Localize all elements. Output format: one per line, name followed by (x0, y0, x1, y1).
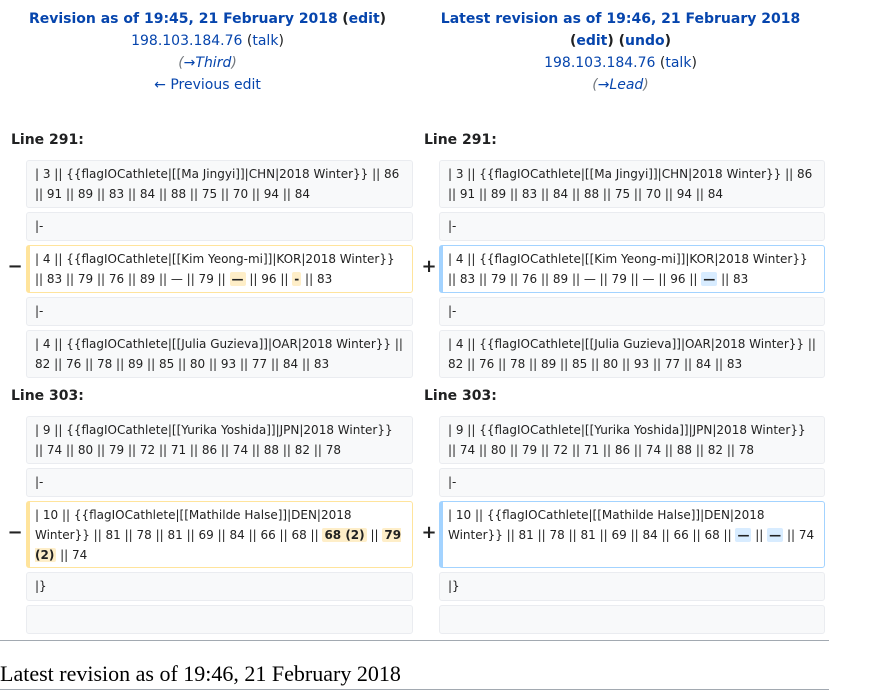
context-line-left: |- (26, 297, 413, 326)
new-revision-header: Latest revision as of 19:46, 21 February… (440, 11, 801, 93)
added-word: — (735, 528, 752, 542)
deleted-line-marker: − (7, 256, 23, 277)
new-edit-link[interactable]: edit (576, 33, 607, 49)
old-edit-link[interactable]: edit (349, 11, 380, 27)
added-line-marker: + (421, 256, 437, 277)
old-revision-header: Revision as of 19:45, 21 February 2018 (… (28, 11, 387, 93)
deleted-line: | 4 || {{flagIOCathlete|[[Kim Yeong-mi]]… (26, 245, 413, 293)
line-number-right-2: Line 303: (424, 388, 497, 404)
added-line: | 4 || {{flagIOCathlete|[[Kim Yeong-mi]]… (439, 245, 825, 293)
added-word: — (767, 528, 784, 542)
context-line-right: |- (439, 297, 825, 326)
new-revision-link[interactable]: Latest revision as of 19:46, 21 February… (441, 11, 800, 27)
context-line-right: | 9 || {{flagIOCathlete|[[Yurika Yoshida… (439, 416, 825, 464)
context-line-left (26, 605, 413, 634)
context-line-right: |- (439, 468, 825, 497)
line-number-left-2: Line 303: (11, 388, 84, 404)
diff-separator (0, 640, 829, 641)
heading-underline (0, 689, 829, 690)
page-heading: Latest revision as of 19:46, 21 February… (0, 661, 401, 686)
new-user-link[interactable]: 198.103.184.76 (544, 55, 655, 71)
deleted-word: 68 (2) (322, 528, 367, 542)
undo-link[interactable]: undo (625, 33, 665, 49)
added-line-marker: + (421, 522, 437, 543)
context-line-left: | 3 || {{flagIOCathlete|[[Ma Jingyi]]|CH… (26, 160, 413, 208)
new-section-link[interactable]: →Lead (598, 77, 644, 93)
deleted-line-marker: − (7, 522, 23, 543)
context-line-right (439, 605, 825, 634)
context-line-right: |} (439, 572, 825, 601)
old-user-link[interactable]: 198.103.184.76 (131, 33, 242, 49)
old-section-link[interactable]: →Third (184, 55, 232, 71)
old-revision-link[interactable]: Revision as of 19:45, 21 February 2018 (29, 11, 338, 27)
new-talk-link[interactable]: talk (665, 55, 691, 71)
added-word: — (701, 272, 718, 286)
old-talk-link[interactable]: talk (252, 33, 278, 49)
previous-edit-link[interactable]: ← Previous edit (154, 77, 261, 93)
context-line-left: | 4 || {{flagIOCathlete|[[Julia Guzieva]… (26, 330, 413, 378)
context-line-right: | 4 || {{flagIOCathlete|[[Julia Guzieva]… (439, 330, 825, 378)
context-line-left: | 9 || {{flagIOCathlete|[[Yurika Yoshida… (26, 416, 413, 464)
context-line-right: | 3 || {{flagIOCathlete|[[Ma Jingyi]]|CH… (439, 160, 825, 208)
deleted-word: - (292, 272, 302, 286)
context-line-left: |} (26, 572, 413, 601)
added-line: | 10 || {{flagIOCathlete|[[Mathilde Hals… (439, 501, 825, 568)
deleted-word: — (229, 272, 246, 286)
context-line-left: |- (26, 468, 413, 497)
deleted-line: | 10 || {{flagIOCathlete|[[Mathilde Hals… (26, 501, 413, 568)
context-line-right: |- (439, 212, 825, 241)
context-line-left: |- (26, 212, 413, 241)
line-number-right-1: Line 291: (424, 132, 497, 148)
line-number-left-1: Line 291: (11, 132, 84, 148)
